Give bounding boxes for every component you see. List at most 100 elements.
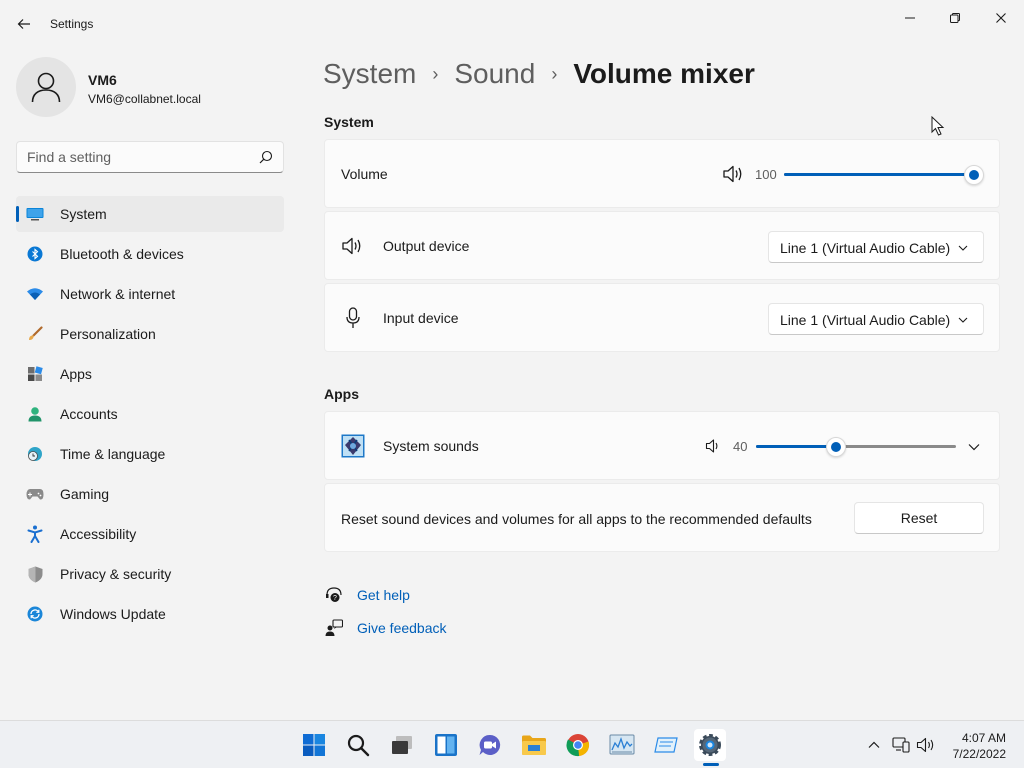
speaker-icon <box>916 737 934 753</box>
start-button[interactable] <box>298 729 330 761</box>
sidebar-item-privacy-security[interactable]: Privacy & security <box>16 556 284 592</box>
task-view-button[interactable] <box>386 729 418 761</box>
sidebar-item-system[interactable]: System <box>16 196 284 232</box>
performance-monitor-button[interactable] <box>606 729 638 761</box>
title-bar: Settings <box>0 0 1024 48</box>
output-device-value: Line 1 (Virtual Audio Cable) <box>780 240 951 256</box>
chevron-down-icon <box>958 245 968 251</box>
reset-button[interactable]: Reset <box>854 502 984 534</box>
sidebar-item-accessibility[interactable]: Accessibility <box>16 516 284 552</box>
sidebar-item-time-language[interactable]: Time & language <box>16 436 284 472</box>
breadcrumb: System › Sound › Volume mixer <box>323 58 755 90</box>
taskbar-search-button[interactable] <box>342 729 374 761</box>
volume-label: Volume <box>341 166 388 182</box>
person-icon <box>26 405 44 423</box>
chat-icon <box>479 734 501 755</box>
sidebar-item-label: Privacy & security <box>60 566 172 582</box>
output-device-dropdown[interactable]: Line 1 (Virtual Audio Cable) <box>768 231 984 263</box>
globe-clock-icon <box>26 445 44 463</box>
restore-icon <box>950 13 960 23</box>
sidebar-item-windows-update[interactable]: Windows Update <box>16 596 284 632</box>
output-device-card: Output device Line 1 (Virtual Audio Cabl… <box>324 211 1000 280</box>
volume-status-button[interactable] <box>916 735 936 755</box>
give-feedback-text[interactable]: Give feedback <box>357 620 447 636</box>
get-help-text[interactable]: Get help <box>357 587 410 603</box>
system-sounds-slider[interactable] <box>756 436 956 457</box>
system-sounds-card: System sounds 40 <box>324 411 1000 480</box>
get-help-link[interactable]: ? Get help <box>324 585 410 605</box>
minimize-button[interactable] <box>887 4 933 32</box>
widgets-button[interactable] <box>430 729 462 761</box>
user-icon <box>31 72 61 103</box>
chevron-down-icon[interactable] <box>967 440 981 454</box>
window-title: Settings <box>50 17 94 31</box>
speaker-icon <box>341 236 363 256</box>
chevron-down-icon <box>958 317 968 323</box>
taskbar: 4:07 AM 7/22/2022 <box>0 720 1024 768</box>
sidebar-item-network-internet[interactable]: Network & internet <box>16 276 284 312</box>
widgets-icon <box>435 734 457 756</box>
system-sounds-value: 40 <box>733 439 748 454</box>
taskbar-clock[interactable]: 4:07 AM 7/22/2022 <box>953 730 1006 762</box>
chrome-icon <box>566 734 590 757</box>
network-wired-icon <box>892 737 910 753</box>
sidebar-item-gaming[interactable]: Gaming <box>16 476 284 512</box>
user-profile[interactable]: VM6 VM6@collabnet.local <box>16 57 276 117</box>
accessibility-icon <box>26 525 44 543</box>
volume-value: 100 <box>755 167 777 182</box>
shield-icon <box>26 565 44 583</box>
close-icon <box>996 13 1006 23</box>
search-icon[interactable] <box>259 150 273 164</box>
sidebar-item-label: Apps <box>60 366 92 382</box>
search-box <box>16 141 284 173</box>
wifi-icon <box>26 285 44 303</box>
teams-chat-button[interactable] <box>474 729 506 761</box>
input-device-card: Input device Line 1 (Virtual Audio Cable… <box>324 283 1000 352</box>
reset-description: Reset sound devices and volumes for all … <box>341 511 812 527</box>
network-status-button[interactable] <box>891 735 911 755</box>
sidebar-item-apps[interactable]: Apps <box>16 356 284 392</box>
input-device-value: Line 1 (Virtual Audio Cable) <box>780 312 951 328</box>
input-device-label: Input device <box>383 310 459 326</box>
sidebar-item-label: Bluetooth & devices <box>60 246 184 262</box>
breadcrumb-system-link[interactable]: System <box>323 58 416 90</box>
user-email: VM6@collabnet.local <box>88 92 201 106</box>
maximize-button[interactable] <box>932 4 978 32</box>
microphone-icon <box>345 307 361 329</box>
settings-app-button[interactable] <box>694 729 726 761</box>
file-explorer-button[interactable] <box>518 729 550 761</box>
brush-icon <box>26 325 44 343</box>
slider-thumb[interactable] <box>964 165 984 185</box>
slider-thumb[interactable] <box>826 437 846 457</box>
breadcrumb-sound-link[interactable]: Sound <box>454 58 535 90</box>
sidebar-item-bluetooth-devices[interactable]: Bluetooth & devices <box>16 236 284 272</box>
system-sounds-app-icon <box>341 434 365 458</box>
volume-slider[interactable] <box>784 164 984 185</box>
mouse-cursor-icon <box>931 116 945 136</box>
give-feedback-link[interactable]: Give feedback <box>324 618 447 638</box>
sidebar-item-personalization[interactable]: Personalization <box>16 316 284 352</box>
system-icon <box>26 205 44 223</box>
speaker-icon[interactable] <box>722 164 744 184</box>
sidebar-item-accounts[interactable]: Accounts <box>16 396 284 432</box>
chrome-button[interactable] <box>562 729 594 761</box>
search-icon <box>347 734 370 757</box>
breadcrumb-separator: › <box>432 63 439 84</box>
apps-icon <box>26 365 44 383</box>
close-button[interactable] <box>978 4 1024 32</box>
sidebar-item-label: Time & language <box>60 446 166 462</box>
back-button[interactable] <box>12 12 36 36</box>
windows-logo-icon <box>303 734 325 756</box>
avatar <box>16 57 76 117</box>
input-device-dropdown[interactable]: Line 1 (Virtual Audio Cable) <box>768 303 984 335</box>
show-hidden-icons-button[interactable] <box>864 735 884 755</box>
volume-card: Volume 100 <box>324 139 1000 208</box>
active-app-indicator <box>703 763 719 766</box>
device-window-icon <box>654 737 678 753</box>
search-input[interactable] <box>17 142 253 172</box>
clock-date: 7/22/2022 <box>952 747 1006 761</box>
slider-fill <box>784 173 974 176</box>
virtual-cable-app-button[interactable] <box>650 729 682 761</box>
sidebar-item-label: Gaming <box>60 486 110 502</box>
speaker-icon[interactable] <box>705 438 721 454</box>
